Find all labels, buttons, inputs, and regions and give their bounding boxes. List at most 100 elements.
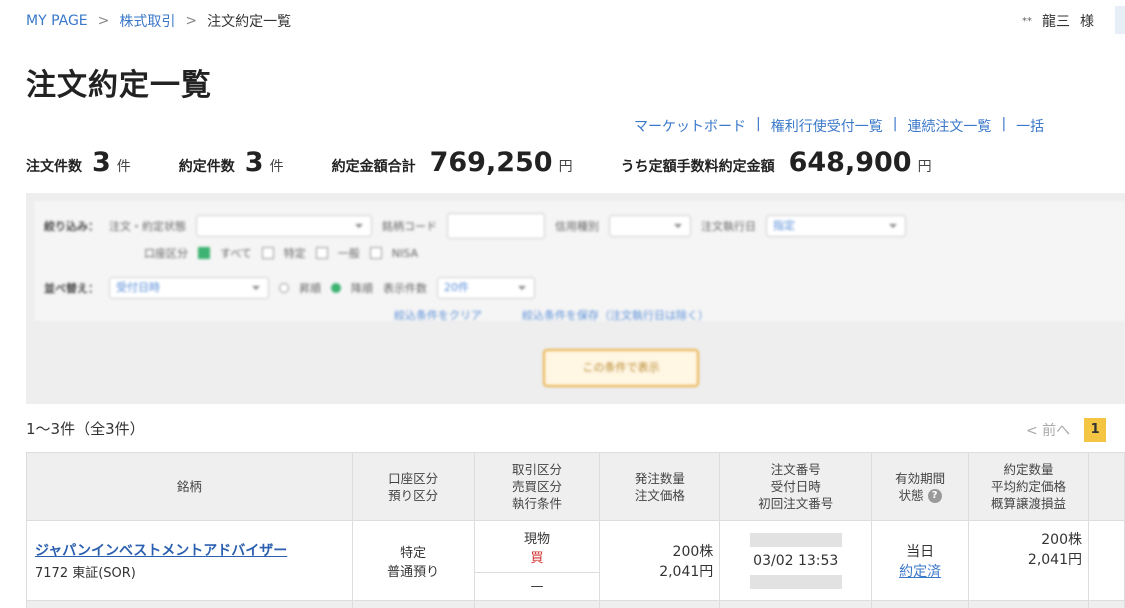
exec-total-label: 約定金額合計 [331, 159, 416, 175]
header-label: 有効期間 [895, 470, 946, 486]
validity-cell: 当日 約定済 [871, 520, 970, 601]
fixed-fee-value: 648,900 [788, 147, 912, 178]
order-table: 銘柄 口座区分 預り区分 取引区分 売買区分 執行条件 発注数量 注文価格 注文… [26, 452, 1125, 608]
trade-type: 現物 [523, 531, 550, 547]
exec-total-unit: 円 [558, 159, 573, 175]
display-count-select[interactable]: 20件 [437, 277, 535, 299]
breadcrumb: MY PAGE > 株式取引 > 注文約定一覧 [26, 11, 291, 31]
user-honorific: 様 [1080, 14, 1094, 30]
pagination: < 前へ 1 [1026, 418, 1107, 442]
header-label: 発注数量 [634, 470, 685, 486]
exec-count-label: 約定件数 [178, 159, 235, 175]
help-icon[interactable]: ? [927, 489, 942, 503]
account-label: 口座区分 [144, 247, 188, 260]
order-summary: 注文件数 3 件 約定件数 3 件 約定金額合計 769,250 円 うち定額手… [26, 147, 932, 178]
save-filter-link[interactable]: 絞込条件を保存（注文執行日は除く） [522, 307, 709, 323]
redacted-order-number [749, 532, 842, 547]
code-label: 銘柄コード [382, 220, 437, 233]
account-nisa-label: NISA [391, 246, 418, 260]
related-links: マーケットボード | 権利行使受付一覧 | 連続注文一覧 | 一括 [634, 116, 1044, 136]
link-separator: | [892, 116, 898, 132]
received-time: 03/02 13:53 [753, 552, 839, 569]
market-board-link[interactable]: マーケットボード [634, 116, 746, 136]
account-specific-checkbox[interactable] [261, 247, 274, 259]
prev-page-link[interactable]: < 前へ [1026, 420, 1070, 440]
code-input[interactable] [447, 213, 545, 239]
exec-count-value: 3 [244, 147, 264, 178]
sort-select[interactable]: 受付日時 [109, 277, 269, 299]
order-count-value: 3 [92, 147, 111, 178]
header-label: 注文価格 [634, 487, 685, 503]
avg-exec-price: 2,041円 [1027, 552, 1082, 568]
account-general-label: 一般 [337, 247, 360, 260]
user-greeting: ** 龍三 様 [1022, 11, 1094, 31]
exec-cell: 200株 2,041円 [968, 520, 1089, 601]
continuous-order-link[interactable]: 連続注文一覧 [907, 116, 991, 136]
account-general-checkbox[interactable] [315, 247, 328, 259]
asc-label: 昇順 [299, 282, 321, 295]
table-row: ジャパンインベストメントアドバイザー 7172 東証(SOR) 特定 普通預り … [26, 520, 1125, 601]
order-count-label: 注文件数 [26, 159, 82, 175]
status-select[interactable] [196, 215, 372, 237]
header-stock-label: 銘柄 [176, 479, 202, 494]
buy-sell-type: 買 [474, 547, 600, 573]
date-select[interactable]: 指定 [766, 215, 906, 237]
header-validity: 有効期間 状態 ? [871, 452, 970, 521]
order-number-cell: 03/02 13:53 [719, 520, 873, 601]
header-extra [1088, 452, 1125, 521]
clear-filter-link[interactable]: 絞込条件をクリア [394, 307, 482, 323]
status-link[interactable]: 約定済 [872, 561, 968, 581]
order-price: 2,041円 [659, 563, 714, 580]
stock-name-link[interactable]: ジャパンインベストメントアドバイザー [35, 540, 352, 560]
user-menu-edge [1115, 6, 1125, 34]
exec-qty: 200株 [1041, 532, 1082, 548]
show-with-condition-button[interactable]: この条件で表示 [543, 349, 699, 387]
order-qty-cell: 200株 2,041円 [599, 520, 721, 601]
trade-cell: 現物 買 — [473, 520, 601, 601]
header-stock: 銘柄 [26, 452, 353, 521]
link-separator: | [756, 116, 761, 132]
account-type: 特定 [400, 545, 427, 561]
desc-label: 降順 [351, 282, 373, 295]
rights-exercise-link[interactable]: 権利行使受付一覧 [771, 116, 883, 136]
asc-radio[interactable] [279, 283, 289, 293]
date-label: 注文執行日 [701, 220, 756, 233]
filter-form: 絞り込み： 注文・約定状態 銘柄コード 信用種別 注文執行日 指定 口座区分 す… [34, 201, 1125, 323]
breadcrumb-separator: > [97, 13, 110, 29]
page-1[interactable]: 1 [1084, 418, 1107, 442]
credit-label: 信用種別 [555, 220, 599, 233]
redacted-first-order-number [749, 574, 842, 589]
stock-cell: ジャパンインベストメントアドバイザー 7172 東証(SOR) [26, 520, 353, 601]
account-all-checkbox[interactable] [198, 247, 210, 259]
breadcrumb-mypage-link[interactable]: MY PAGE [26, 13, 88, 29]
header-order-number: 注文番号 受付日時 初回注文番号 [719, 452, 873, 521]
desc-radio[interactable] [331, 283, 341, 293]
valid-period: 当日 [906, 543, 935, 560]
link-separator: | [1001, 116, 1007, 132]
bulk-link[interactable]: 一括 [1016, 116, 1044, 136]
extra-cell [1088, 520, 1125, 601]
custody-type: 普通預り [387, 564, 440, 580]
order-count-unit: 件 [116, 159, 131, 175]
status-label: 注文・約定状態 [109, 220, 186, 233]
credit-select[interactable] [609, 215, 691, 237]
breadcrumb-current: 注文約定一覧 [207, 14, 292, 30]
user-stars: ** [1022, 15, 1032, 27]
fixed-fee-unit: 円 [917, 159, 932, 175]
narrow-label: 絞り込み： [44, 220, 99, 233]
header-label: 状態 [898, 487, 924, 503]
order-qty: 200株 [672, 543, 714, 560]
header-exec: 約定数量 平均約定価格 概算譲渡損益 [968, 452, 1089, 521]
header-label: 約定数量 [1003, 462, 1054, 477]
account-nisa-checkbox[interactable] [369, 247, 382, 259]
breadcrumb-stock-trading-link[interactable]: 株式取引 [119, 11, 175, 31]
header-label: 注文番号 [770, 462, 821, 477]
user-name: 龍三 [1042, 14, 1070, 30]
page-title: 注文約定一覧 [26, 68, 212, 103]
exec-total-value: 769,250 [429, 147, 553, 178]
header-label: 受付日時 [770, 479, 821, 494]
result-count: 1〜3件（全3件） [26, 420, 145, 438]
sort-label: 並べ替え： [44, 282, 99, 295]
header-label: 執行条件 [511, 496, 562, 511]
header-label: 口座区分 [388, 470, 439, 486]
